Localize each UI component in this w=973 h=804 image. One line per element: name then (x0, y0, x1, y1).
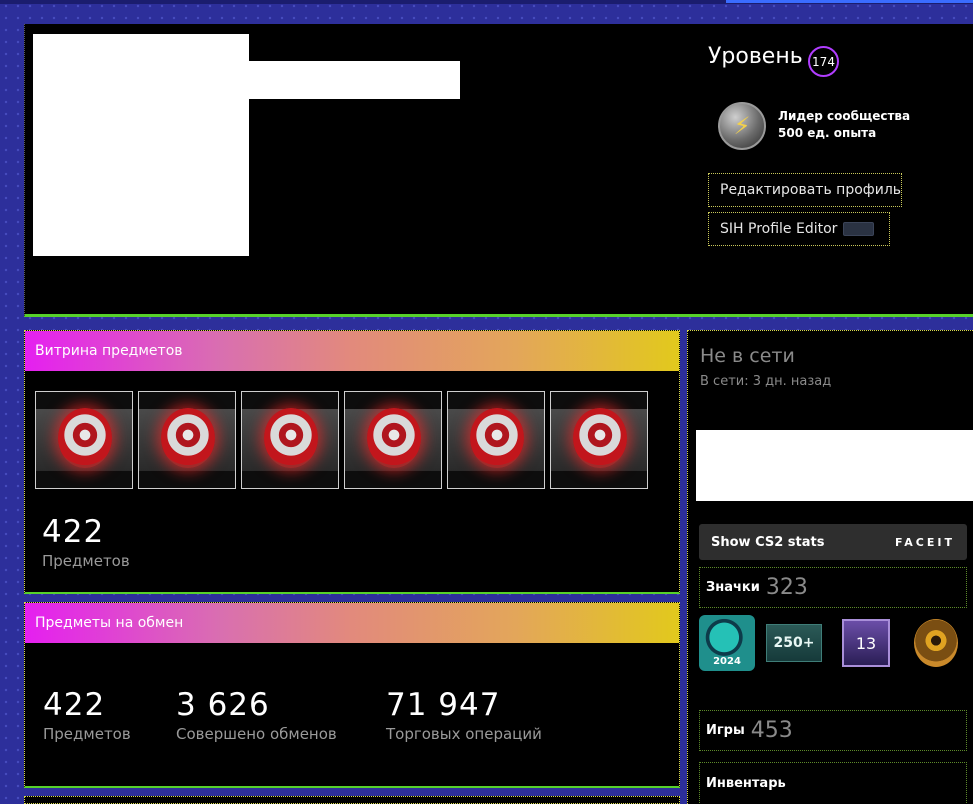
lightning-medal-icon[interactable]: ⚡ (718, 102, 766, 150)
trade-stat-label: Предметов (43, 725, 131, 743)
item-tile[interactable] (35, 391, 133, 489)
showcase-count-value: 422 (42, 514, 105, 550)
trade-stat-value: 71 947 (386, 687, 501, 723)
item-showcase-title: Витрина предметов (25, 331, 679, 371)
redacted-block (696, 430, 973, 501)
trade-stat-label: Торговых операций (386, 725, 542, 743)
edit-profile-button[interactable]: Редактировать профиль (708, 173, 902, 207)
item-showcase-panel: Витрина предметов 422 Предметов (24, 330, 680, 594)
inventory-label: Инвентарь (706, 776, 786, 791)
faceit-logo-icon: FACEIT (895, 535, 955, 549)
top-bar (0, 0, 973, 4)
golden-eye-badge-icon[interactable] (914, 619, 958, 667)
trade-items-title: Предметы на обмен (25, 603, 679, 643)
item-tile[interactable] (550, 391, 648, 489)
level-badge[interactable]: 174 (808, 46, 839, 77)
show-cs2-stats-button[interactable]: Show CS2 stats FACEIT (699, 524, 967, 560)
steam-badge-year: 2024 (713, 656, 741, 667)
featured-badge-title: Лидер сообщества (778, 109, 911, 123)
avatar[interactable] (33, 34, 249, 256)
profile-sidebar: Не в сети В сети: 3 дн. назад Show CS2 s… (687, 330, 973, 804)
profile-name (247, 61, 460, 99)
item-tile[interactable] (447, 391, 545, 489)
red-orb-item-icon (367, 408, 421, 468)
online-status: Не в сети (700, 345, 795, 367)
sih-profile-editor-button[interactable]: SIH Profile Editor (708, 212, 890, 246)
level-13-badge-icon[interactable]: 13 (842, 619, 890, 667)
trade-stat-label: Совершено обменов (176, 725, 337, 743)
edit-profile-label: Редактировать профиль (720, 182, 902, 198)
show-cs2-stats-label: Show CS2 stats (711, 534, 825, 550)
item-tile[interactable] (138, 391, 236, 489)
next-panel-edge (24, 796, 680, 804)
trade-stat-value: 422 (43, 687, 106, 723)
red-orb-item-icon (58, 408, 112, 468)
badges-count: 323 (765, 575, 808, 600)
trade-stat-items[interactable]: 422 Предметов (43, 687, 131, 743)
red-orb-item-icon (161, 408, 215, 468)
item-showcase-row (35, 391, 655, 489)
level-label: Уровень (708, 44, 803, 69)
sih-toggle[interactable] (843, 222, 875, 236)
trade-items-panel: Предметы на обмен 422 Предметов 3 626 Со… (24, 602, 680, 788)
showcase-count-label: Предметов (42, 552, 130, 570)
red-orb-item-icon (470, 408, 524, 468)
trade-stat-value: 3 626 (176, 687, 270, 723)
red-orb-item-icon (264, 408, 318, 468)
last-online: В сети: 3 дн. назад (700, 374, 832, 389)
steam-2024-badge-icon[interactable]: 2024 (699, 615, 755, 671)
trade-stat-trades[interactable]: 3 626 Совершено обменов (176, 687, 337, 743)
red-orb-item-icon (573, 408, 627, 468)
250-plus-badge-icon[interactable]: 250+ (766, 624, 822, 662)
inventory-link[interactable]: Инвентарь (699, 762, 967, 804)
item-tile[interactable] (344, 391, 442, 489)
games-label: Игры (706, 723, 745, 738)
featured-badge-xp: 500 ед. опыта (778, 126, 877, 140)
badges-label: Значки (706, 580, 760, 595)
trade-stat-operations[interactable]: 71 947 Торговых операций (386, 687, 542, 743)
item-tile[interactable] (241, 391, 339, 489)
games-link[interactable]: Игры 453 (699, 710, 967, 751)
top-bar-accent (726, 0, 973, 3)
showcase-item-count[interactable]: 422 Предметов (42, 514, 130, 570)
sih-profile-editor-label: SIH Profile Editor (720, 221, 838, 237)
badges-link[interactable]: Значки 323 (699, 567, 967, 608)
games-count: 453 (750, 718, 793, 743)
